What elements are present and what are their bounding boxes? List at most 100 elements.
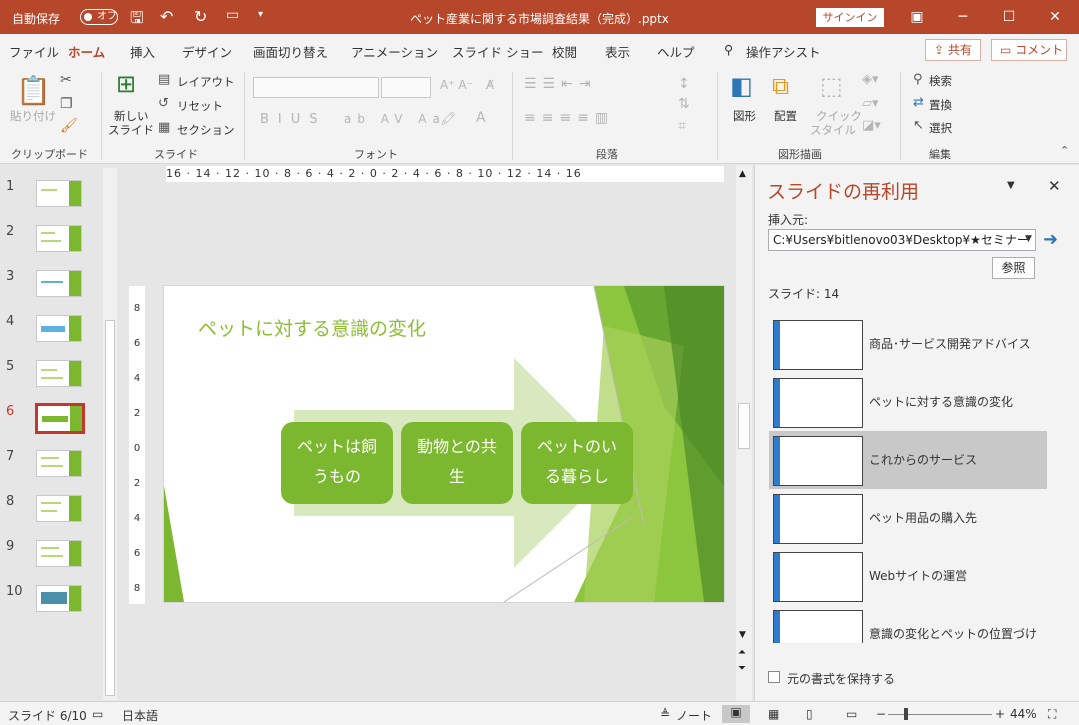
share-button[interactable]: ⇪ 共有 [925,39,981,61]
new-slide-label-2[interactable]: スライド [108,122,154,138]
font-style-icons[interactable]: BIUS [260,112,327,127]
clear-format-icon[interactable]: A̸ [486,78,494,92]
process-box-1[interactable]: ペットは飼 うもの [281,422,393,504]
paste-icon[interactable]: 📋 [16,74,51,107]
shapes-button[interactable]: 図形 [733,108,756,124]
reuse-slide-item[interactable]: ペットに対する意識の変化 [769,373,1047,431]
zoom-slider-thumb[interactable] [904,708,908,720]
spellcheck-icon[interactable]: ▭ [92,707,103,721]
thumbnail-scrollbar[interactable] [103,168,117,700]
layout-button[interactable]: レイアウト [177,74,235,90]
language-indicator[interactable]: 日本語 [122,707,158,724]
replace-button[interactable]: 置換 [929,97,952,113]
arrange-button[interactable]: 配置 [774,108,797,124]
select-button[interactable]: 選択 [929,120,952,136]
font-size-combo[interactable] [381,77,431,98]
next-slide-icon[interactable]: ⏷ [738,663,746,674]
paste-button[interactable]: 貼り付け [10,108,56,124]
shape-effects-icon[interactable]: ◪▾ [862,118,881,133]
slide-thumbnail-9[interactable] [36,540,82,567]
process-box-3[interactable]: ペットのい る暮らし [521,422,633,504]
source-path-input[interactable]: C:¥Users¥bitlenovo03¥Desktop¥★セミナー [768,229,1036,251]
process-box-2[interactable]: 動物との共 生 [401,422,513,504]
format-painter-icon[interactable]: 🖌 [60,118,78,134]
close-button[interactable]: ✕ [1040,6,1070,28]
go-arrow-icon[interactable]: ➜ [1043,229,1058,250]
browse-button[interactable]: 参照 [992,257,1035,279]
slideshow-icon[interactable]: ▭ [846,707,857,721]
zoom-out-icon[interactable]: − [876,707,886,721]
copy-icon[interactable]: ❐ [60,96,73,112]
font-grow-icon[interactable]: A⁺ A⁻ [440,78,473,92]
find-button[interactable]: 検索 [929,73,952,89]
section-button[interactable]: セクション [177,122,235,138]
autosave-toggle[interactable]: オフ [80,9,118,25]
comment-button[interactable]: ▭ コメント [991,39,1067,61]
zoom-level[interactable]: 44% [1010,707,1037,721]
reuse-slide-item-selected[interactable]: これからのサービス [769,431,1047,489]
shape-fill-icon[interactable]: ◈▾ [862,72,879,87]
slide-thumbnail-1[interactable] [36,180,82,207]
slide-title[interactable]: ペットに対する意識の変化 [198,314,426,341]
smartart-icon[interactable]: ⌗ [678,118,686,134]
minimize-button[interactable]: ─ [948,6,978,28]
slide-thumbnail-2[interactable] [36,225,82,252]
slide-thumbnail-4[interactable] [36,315,82,342]
highlight-icon[interactable]: 🖍 [440,112,457,127]
font-spacing-icons[interactable]: ab AV Aa [344,112,446,126]
font-color-icon[interactable]: A [476,110,486,126]
tab-review[interactable]: 校閲 [552,42,577,61]
new-slide-icon[interactable]: ⊞ [116,70,136,98]
tab-home[interactable]: ホーム [68,42,106,68]
zoom-in-icon[interactable]: + [995,707,1005,721]
tab-slideshow[interactable]: スライド ショー [452,42,543,61]
reuse-slide-item[interactable]: Webサイトの運営 [769,547,1047,605]
text-direction-icon[interactable]: ⇅ [678,96,690,112]
slide-sorter-icon[interactable]: ▦ [768,707,779,721]
save-icon[interactable]: 🖫 [130,7,144,34]
reuse-slide-item[interactable]: 商品･サービス開発アドバイス [769,315,1047,373]
quick-styles-icon[interactable]: ⬚ [820,72,843,100]
arrange-icon[interactable]: ⧉ [772,72,789,100]
signin-button[interactable]: サインイン [816,8,884,27]
tab-animations[interactable]: アニメーション [351,42,438,61]
slide-thumbnail-3[interactable] [36,270,82,297]
collapse-ribbon-icon[interactable]: ⌃ [1060,144,1069,157]
notes-button[interactable]: ノート [676,707,712,724]
line-spacing-icon[interactable]: ↕ [678,76,690,92]
shape-outline-icon[interactable]: ▱▾ [862,96,879,111]
redo-icon[interactable]: ↻ [194,7,207,26]
tab-file[interactable]: ファイル [9,42,59,61]
tab-help[interactable]: ヘルプ [657,42,695,61]
tab-view[interactable]: 表示 [605,42,630,61]
reuse-slide-item[interactable]: 意識の変化とペットの位置づけ [769,605,1047,643]
fit-to-window-icon[interactable]: ⛶ [1048,707,1056,722]
maximize-button[interactable]: ☐ [994,6,1024,28]
customize-qat-icon[interactable]: ▾ [258,9,263,20]
shapes-icon[interactable]: ◧ [730,72,753,100]
ribbon-display-icon[interactable]: ▣ [902,6,932,28]
present-icon[interactable]: ▭ [226,7,239,23]
pane-close-icon[interactable]: ✕ [1048,177,1061,195]
pane-options-icon[interactable]: ▼ [1007,180,1015,191]
prev-slide-icon[interactable]: ⏶ [738,647,746,658]
path-dropdown-icon[interactable]: ▼ [1025,234,1032,244]
tab-transitions[interactable]: 画面切り替え [253,42,328,61]
normal-view-icon[interactable]: ▣ [722,705,750,723]
slide-thumbnail-8[interactable] [36,495,82,522]
scroll-up-icon[interactable]: ▲ [739,169,746,179]
slide-thumbnail-10[interactable] [36,585,82,612]
scroll-down-icon[interactable]: ▼ [739,630,746,640]
slide-thumbnail-6[interactable] [35,403,85,434]
canvas-scrollbar[interactable]: ▲ ▼ ⏶ ⏷ [736,165,752,701]
cut-icon[interactable]: ✂ [60,72,72,88]
tab-design[interactable]: デザイン [182,42,232,61]
undo-icon[interactable]: ↶ [160,7,173,26]
scroll-thumb[interactable] [738,403,750,449]
slide-thumbnail-7[interactable] [36,450,82,477]
list-icons[interactable]: ☰☰⇤⇥ [524,76,597,92]
font-name-combo[interactable] [253,77,379,98]
slide-thumbnail-5[interactable] [36,360,82,387]
align-icons[interactable]: ≡≡≡≡▥ [524,110,614,126]
tell-me-box[interactable]: 操作アシスト [746,42,821,61]
